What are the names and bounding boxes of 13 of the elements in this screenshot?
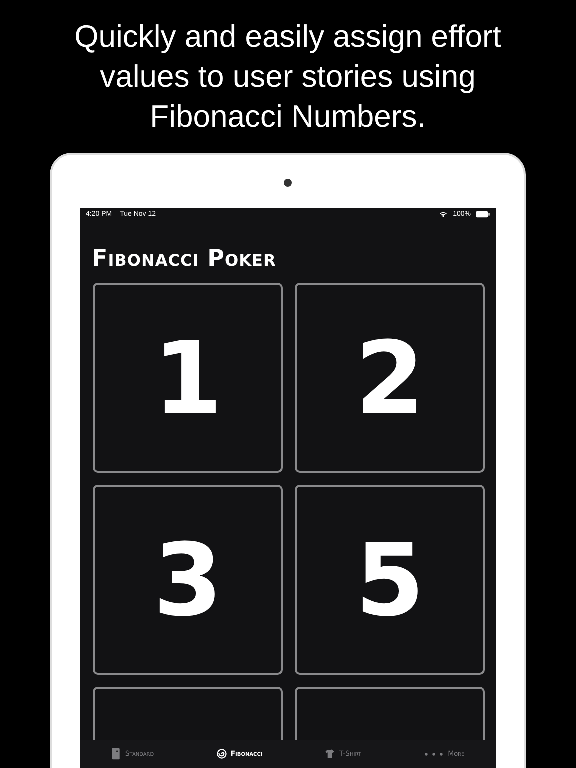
- number-card[interactable]: 5: [295, 485, 485, 675]
- wifi-icon: [439, 211, 448, 218]
- more-icon: [424, 752, 444, 756]
- spiral-icon: [216, 748, 227, 760]
- number-card[interactable]: 2: [295, 283, 485, 473]
- app-title: Fibonacci Poker: [92, 246, 278, 272]
- camera-dot: [284, 179, 292, 187]
- t-shirt-icon: [325, 748, 336, 760]
- battery-icon: [476, 211, 490, 218]
- number-card[interactable]: 3: [93, 485, 283, 675]
- headline: Quickly and easily assign effort values to user stories using Fibonacci Numbers.: [74, 18, 502, 136]
- number-card[interactable]: 1: [93, 283, 283, 473]
- playing-card-icon: [111, 748, 122, 760]
